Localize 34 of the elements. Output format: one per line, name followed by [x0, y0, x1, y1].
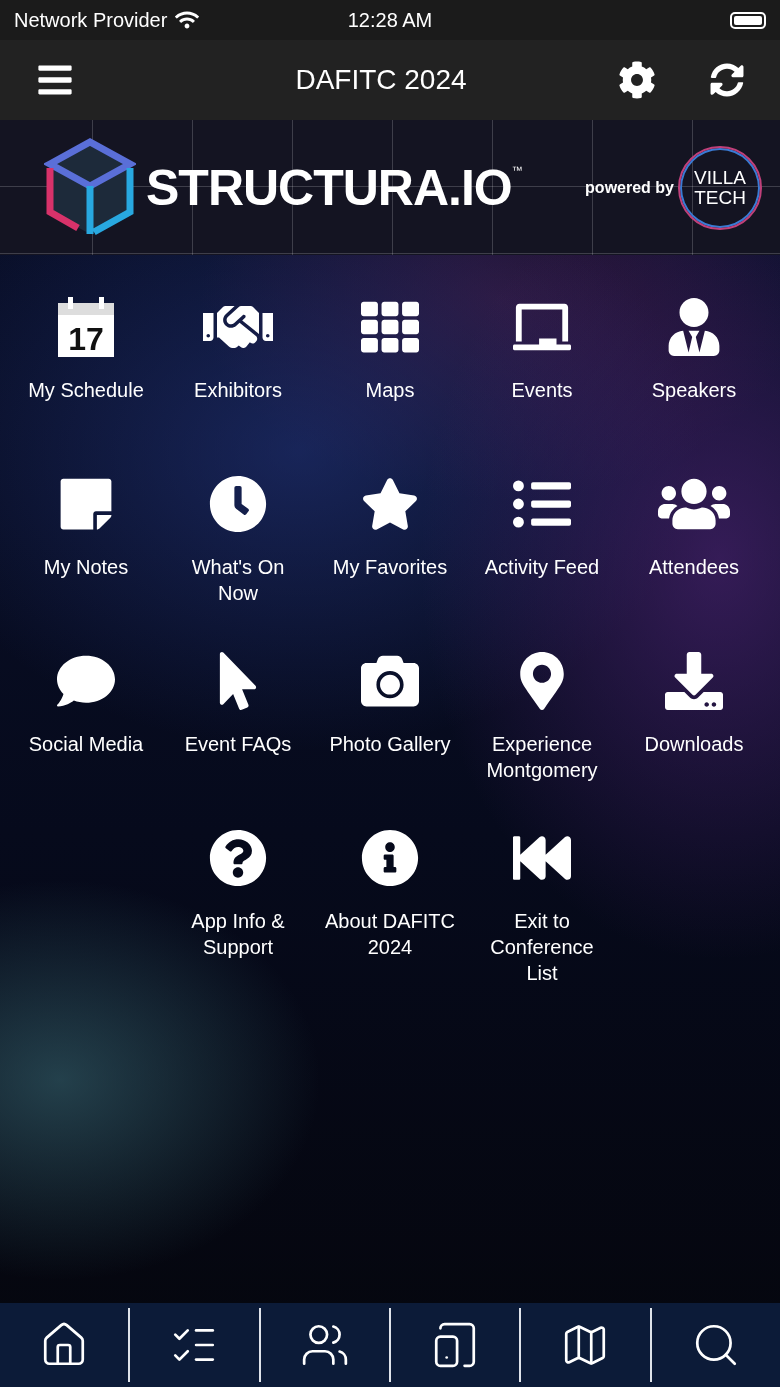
menu-tile[interactable]: Experience Montgomery: [466, 647, 618, 824]
menu-tile[interactable]: Downloads: [618, 647, 770, 824]
menu-tile[interactable]: Speakers: [618, 293, 770, 470]
trademark-mark: ™: [511, 164, 523, 176]
carrier-name: Network Provider: [14, 8, 168, 32]
menu-tile[interactable]: Activity Feed: [466, 470, 618, 647]
menu-tile[interactable]: Exit to Conference List: [466, 824, 618, 1001]
menu-tile[interactable]: What's On Now: [162, 470, 314, 647]
partner-logo-text: TECH: [694, 187, 746, 208]
menu-tile[interactable]: Event FAQs: [162, 647, 314, 824]
menu-tile[interactable]: Attendees: [618, 470, 770, 647]
refresh-button[interactable]: [710, 63, 744, 97]
alarm-clock-icon: [209, 475, 267, 533]
info-icon: [361, 829, 419, 887]
menu-tile[interactable]: Exhibitors: [162, 293, 314, 470]
menu-tile[interactable]: My Favorites: [314, 470, 466, 647]
menu-tile[interactable]: Photo Gallery: [314, 647, 466, 824]
battery-icon: [730, 11, 766, 29]
menu-tile[interactable]: 17 My Schedule: [10, 293, 162, 470]
app-title: DAFITC 2024: [294, 64, 468, 96]
menu-tile[interactable]: App Info & Support: [162, 824, 314, 1001]
menu-tile[interactable]: Events: [466, 293, 618, 470]
menu-tile[interactable]: Maps: [314, 293, 466, 470]
menu-tile[interactable]: Social Media: [10, 647, 162, 824]
powered-by-text: powered by: [585, 178, 674, 197]
download-icon: [665, 652, 723, 710]
settings-button[interactable]: [618, 61, 656, 99]
star-icon: [361, 475, 419, 533]
clock-time: 12:28 AM: [347, 8, 433, 32]
question-icon: [209, 829, 267, 887]
logo-text: STRUCTURA.IO: [146, 158, 512, 217]
menu-tile[interactable]: My Notes: [10, 470, 162, 647]
partner-logo-text: VILLA: [694, 167, 746, 188]
menu-tile[interactable]: About DAFITC 2024: [314, 824, 466, 1001]
